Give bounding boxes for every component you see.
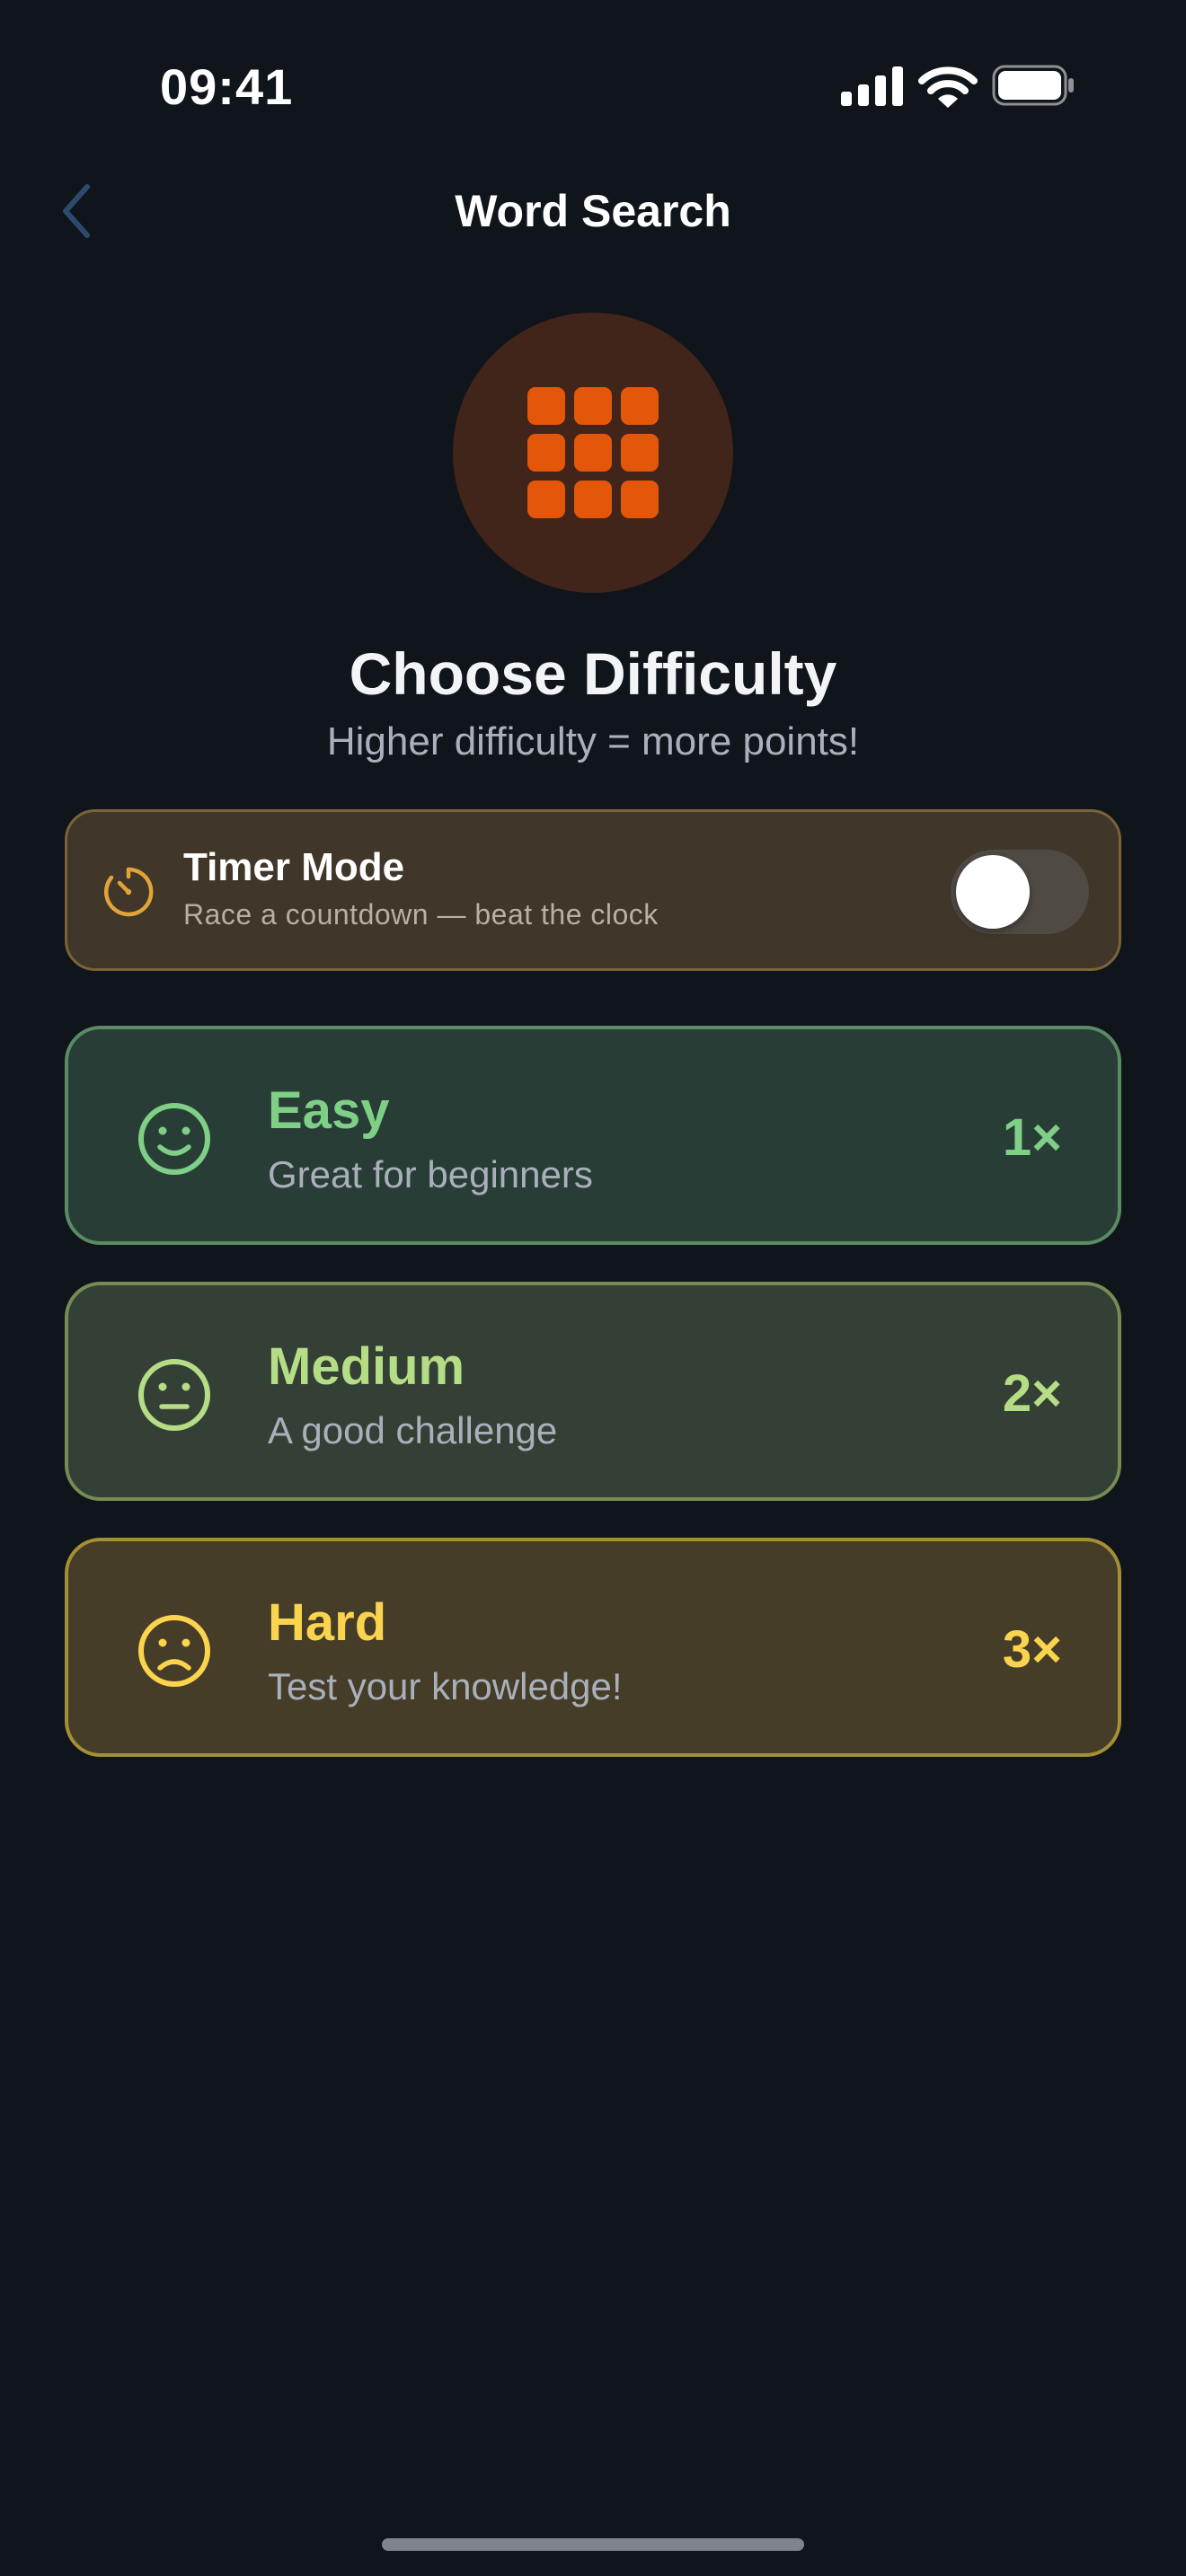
difficulty-description: Great for beginners (268, 1153, 593, 1195)
difficulty-hard-card[interactable]: Hard Test your knowledge! 3× (65, 1538, 1121, 1757)
stopwatch-icon (103, 867, 154, 917)
cellular-signal-icon (841, 66, 903, 106)
timer-mode-title: Timer Mode (183, 845, 405, 889)
difficulty-name: Easy (268, 1081, 390, 1140)
difficulty-easy-card[interactable]: Easy Great for beginners 1× (65, 1026, 1121, 1245)
nav-title: Word Search (455, 186, 731, 236)
points-multiplier: 3× (1002, 1620, 1062, 1679)
difficulty-medium-card[interactable]: Medium A good challenge 2× (65, 1282, 1121, 1501)
grid-icon (527, 387, 659, 518)
sad-face-icon (138, 1615, 210, 1687)
page-heading: Choose Difficulty (349, 640, 837, 707)
neutral-face-icon (138, 1359, 210, 1431)
difficulty-description: Test your knowledge! (268, 1665, 623, 1707)
difficulty-description: A good challenge (268, 1409, 558, 1451)
points-multiplier: 2× (1002, 1364, 1062, 1423)
page-subheading: Higher difficulty = more points! (326, 719, 860, 763)
hero-badge (453, 313, 733, 593)
difficulty-name: Hard (268, 1593, 387, 1652)
happy-face-icon (138, 1103, 210, 1175)
toggle-knob (956, 855, 1030, 929)
timer-mode-toggle[interactable] (951, 850, 1089, 934)
battery-icon (992, 65, 1074, 106)
points-multiplier: 1× (1002, 1108, 1062, 1167)
wifi-icon (918, 66, 978, 108)
status-time: 09:41 (160, 58, 294, 115)
difficulty-name: Medium (268, 1337, 465, 1396)
home-indicator[interactable] (382, 2538, 804, 2551)
timer-mode-subtitle: Race a countdown — beat the clock (183, 898, 659, 931)
